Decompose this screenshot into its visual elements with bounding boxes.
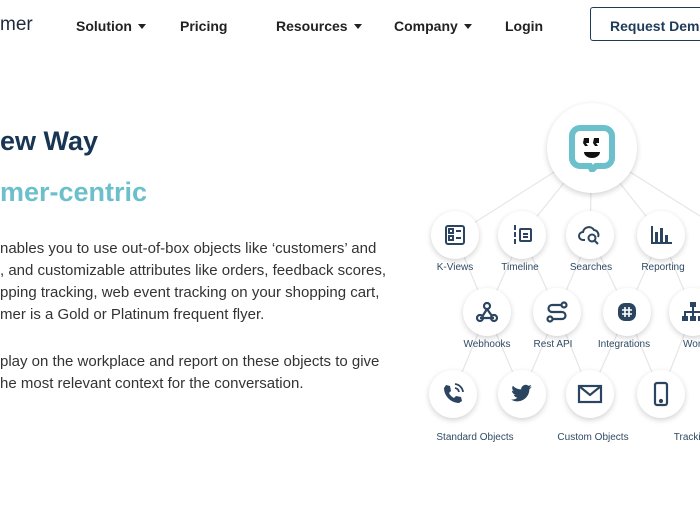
node-k-views[interactable]	[431, 211, 479, 259]
node-label: K-Views	[436, 262, 474, 273]
label-custom-objects: Custom Objects	[557, 432, 629, 443]
node-label: Integrations	[597, 339, 651, 350]
twitter-icon	[511, 384, 533, 402]
top-nav: mer Solution Pricing Resources Company L…	[0, 0, 700, 52]
api-icon	[546, 301, 568, 323]
caret-down-icon	[463, 24, 472, 29]
nav-label: Company	[394, 18, 458, 34]
node-label: Timeline	[501, 262, 539, 273]
node-label: Rest API	[533, 339, 573, 350]
bar-chart-icon	[651, 226, 672, 244]
nav-label: Pricing	[180, 18, 228, 34]
center-logo-node	[547, 103, 637, 193]
hero-title: ew Way	[0, 126, 99, 156]
text-line: , and customizable attributes like order…	[0, 262, 387, 279]
node-reporting[interactable]	[637, 211, 685, 259]
kviews-icon	[445, 225, 465, 245]
mobile-icon	[653, 381, 669, 407]
text-line: nables you to use out-of-box objects lik…	[0, 240, 377, 257]
mail-icon	[577, 384, 603, 404]
slack-icon	[618, 303, 636, 321]
text-line: pping tracking, web event tracking on yo…	[0, 284, 380, 301]
node-rest-api[interactable]	[533, 288, 581, 336]
sitemap-icon	[682, 302, 700, 321]
node-timeline[interactable]	[498, 211, 546, 259]
caret-down-icon	[138, 24, 146, 29]
request-demo-button[interactable]: Request Demo	[590, 7, 700, 41]
node-label: Workf	[683, 339, 700, 350]
node-mobile[interactable]	[637, 370, 685, 418]
node-webhooks[interactable]	[463, 288, 511, 336]
text-line: he most relevant context for the convers…	[0, 375, 304, 392]
label-tracking: Trackin	[673, 432, 700, 443]
hero-subtitle: mer-centric	[0, 177, 148, 207]
cloud-search-icon	[578, 226, 600, 245]
hero-paragraph-2: play on the workplace and report on thes…	[0, 351, 379, 395]
phone-icon	[444, 383, 464, 403]
nav-label: Resources	[276, 18, 348, 34]
node-searches[interactable]	[566, 211, 614, 259]
timeline-icon	[514, 225, 532, 245]
node-label: Searches	[569, 262, 613, 273]
text-line: mer is a Gold or Platinum frequent flyer…	[0, 306, 265, 323]
label-standard-objects: Standard Objects	[436, 432, 514, 443]
nav-label: Login	[505, 18, 544, 34]
webhook-icon	[475, 301, 499, 323]
node-integrations[interactable]	[603, 288, 651, 336]
caret-down-icon	[353, 24, 362, 29]
smiley-chat-logo-icon	[569, 125, 615, 172]
node-phone[interactable]	[429, 370, 477, 418]
hero-paragraph-1: nables you to use out-of-box objects lik…	[0, 238, 386, 326]
nav-login[interactable]: Login	[505, 18, 543, 34]
logo[interactable]: mer	[0, 14, 33, 36]
node-label: Webhooks	[463, 339, 511, 350]
text-line: play on the workplace and report on thes…	[0, 353, 380, 370]
node-mail[interactable]	[566, 370, 614, 418]
nav-solution[interactable]: Solution	[76, 18, 146, 34]
node-workflows[interactable]	[669, 288, 700, 336]
nav-resources[interactable]: Resources	[276, 18, 362, 34]
nav-label: Solution	[76, 18, 132, 34]
nav-pricing[interactable]: Pricing	[180, 18, 227, 34]
node-label: Reporting	[641, 262, 685, 273]
nav-company[interactable]: Company	[394, 18, 472, 34]
node-twitter[interactable]	[498, 370, 546, 418]
